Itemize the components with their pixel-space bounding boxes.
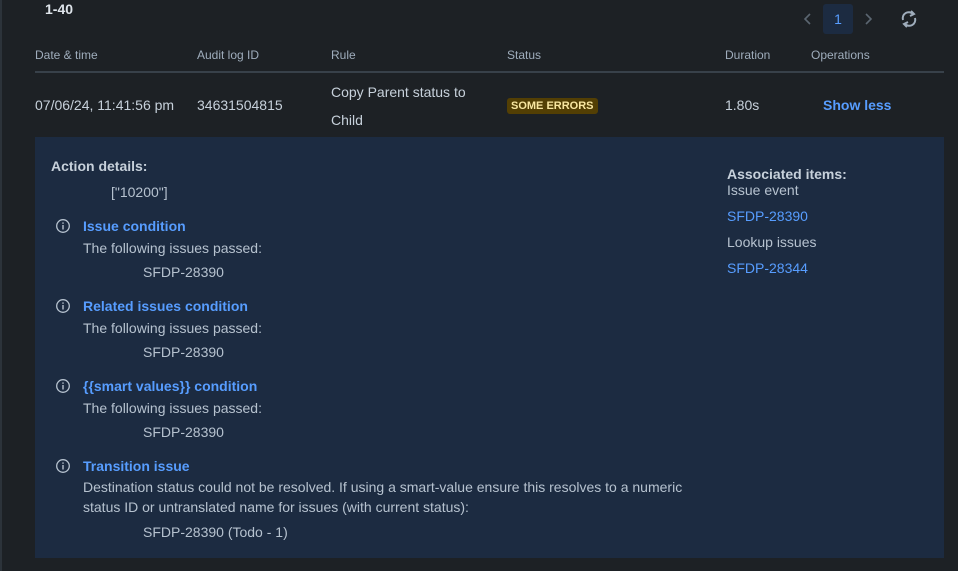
pagination: 1	[795, 4, 881, 34]
chevron-right-icon[interactable]	[855, 5, 881, 33]
row-datetime: 07/06/24, 11:41:56 pm	[35, 97, 175, 113]
issue-condition-value: SFDP-28390	[143, 264, 224, 280]
page-button-current[interactable]: 1	[823, 4, 853, 34]
transition-issue-title[interactable]: Transition issue	[83, 458, 190, 474]
column-header-rule[interactable]: Rule	[331, 48, 356, 62]
lookup-issue-link[interactable]: SFDP-28344	[727, 260, 808, 276]
info-icon	[55, 458, 71, 474]
show-less-button[interactable]: Show less	[823, 97, 891, 113]
related-issues-condition-value: SFDP-28390	[143, 344, 224, 360]
issue-condition-text: The following issues passed:	[83, 240, 262, 256]
issue-event-link[interactable]: SFDP-28390	[727, 208, 808, 224]
issue-condition-title[interactable]: Issue condition	[83, 218, 186, 234]
related-issues-condition-text: The following issues passed:	[83, 320, 262, 336]
refresh-icon[interactable]	[898, 8, 920, 30]
smart-values-condition-value: SFDP-28390	[143, 424, 224, 440]
column-header-duration[interactable]: Duration	[725, 48, 770, 62]
related-issues-condition-title[interactable]: Related issues condition	[83, 298, 248, 314]
lookup-issues-label: Lookup issues	[727, 234, 817, 250]
associated-items-title: Associated items:	[727, 166, 847, 182]
column-header-datetime[interactable]: Date & time	[35, 48, 98, 62]
column-header-audit-id[interactable]: Audit log ID	[197, 48, 259, 62]
left-border	[0, 0, 2, 571]
row-duration: 1.80s	[725, 97, 760, 113]
info-icon	[55, 218, 71, 234]
smart-values-condition-text: The following issues passed:	[83, 400, 262, 416]
row-rule: Copy Parent status to Child	[331, 84, 466, 128]
status-badge: SOME ERRORS	[507, 98, 598, 114]
chevron-left-icon[interactable]	[795, 5, 821, 33]
details-panel: Action details: ["10200"] Issue conditio…	[35, 137, 944, 558]
action-details-value: ["10200"]	[111, 184, 168, 200]
smart-values-condition-title[interactable]: {{smart values}} condition	[83, 378, 257, 394]
column-header-operations: Operations	[811, 48, 870, 62]
transition-issue-value: SFDP-28390 (Todo - 1)	[143, 524, 288, 540]
column-header-status[interactable]: Status	[507, 48, 541, 62]
action-details-title: Action details:	[51, 158, 148, 174]
row-audit-id: 34631504815	[197, 97, 283, 113]
header-divider	[35, 71, 944, 73]
result-range: 1-40	[45, 1, 74, 17]
info-icon	[55, 298, 71, 314]
transition-issue-text: Destination status could not be resolved…	[83, 479, 683, 515]
info-icon	[55, 378, 71, 394]
issue-event-label: Issue event	[727, 182, 799, 198]
